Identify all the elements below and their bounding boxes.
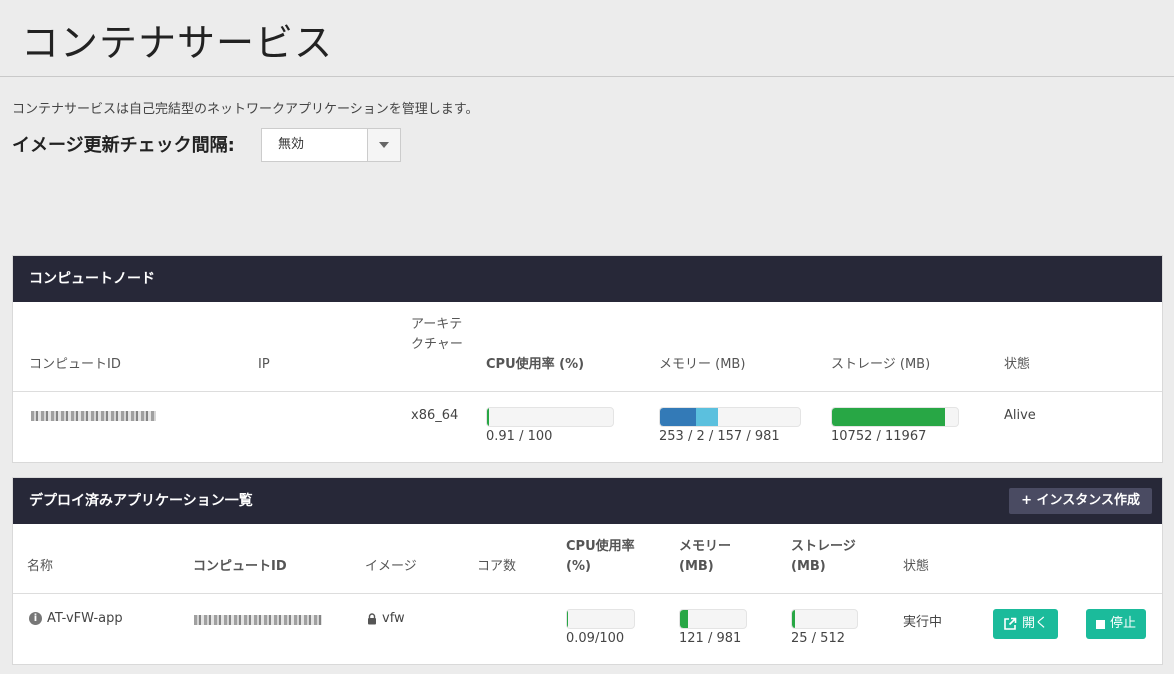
lock-icon <box>368 612 376 624</box>
cpu-usage-text: 0.91 / 100 <box>486 429 553 444</box>
open-button[interactable]: 開く <box>993 609 1059 639</box>
col-header-image: イメージ <box>365 559 417 574</box>
external-link-icon <box>1004 617 1017 630</box>
app-storage-text: 25 / 512 <box>791 631 845 646</box>
app-compute-id-redacted <box>194 615 322 625</box>
stop-icon <box>1096 619 1105 629</box>
app-name-cell: i AT-vFW-app <box>29 611 123 626</box>
col-header-arch: アーキテクチャー <box>411 317 463 352</box>
title-divider <box>0 76 1174 77</box>
app-memory-bar <box>679 609 747 629</box>
app-cpu-text: 0.09/100 <box>566 631 625 646</box>
col-header-memory: メモリー (MB) <box>659 357 746 372</box>
deployed-apps-title: デプロイ済みアプリケーション一覧 <box>29 493 253 509</box>
col-header-app-compute-id: コンピュートID <box>193 559 287 574</box>
memory-used-fill <box>660 408 697 426</box>
app-image-cell: vfw <box>367 611 405 626</box>
storage-usage-bar <box>831 407 959 427</box>
app-storage-fill <box>792 610 796 628</box>
open-button-label: 開く <box>1022 616 1049 631</box>
col-header-compute-id: コンピュートID <box>29 357 121 372</box>
memory-cache-fill <box>696 408 719 426</box>
compute-nodes-title: コンピュートノード <box>29 271 155 287</box>
app-cpu-bar <box>566 609 635 629</box>
memory-usage-bar <box>659 407 801 427</box>
node-status: Alive <box>1004 408 1036 423</box>
compute-id-redacted <box>31 411 156 421</box>
cpu-usage-fill <box>487 408 489 426</box>
app-cpu-fill <box>567 610 568 628</box>
app-name: AT-vFW-app <box>47 611 123 626</box>
update-interval-label: イメージ更新チェック間隔: <box>12 135 235 156</box>
page-description: コンテナサービスは自己完結型のネットワークアプリケーションを管理します。 <box>12 102 479 117</box>
update-interval-value: 無効 <box>278 137 305 152</box>
compute-nodes-panel: コンピュートノード コンピュートID IP アーキテクチャー CPU使用率 (%… <box>12 255 1163 463</box>
cpu-usage-bar <box>486 407 614 427</box>
header-divider <box>13 391 1162 392</box>
app-image-name: vfw <box>382 611 405 626</box>
arch-value: x86_64 <box>411 408 459 423</box>
page-title: コンテナサービス <box>21 21 334 65</box>
info-icon[interactable]: i <box>29 612 42 625</box>
app-memory-text: 121 / 981 <box>679 631 742 646</box>
col-header-ip: IP <box>258 357 270 372</box>
col-header-cpu: CPU使用率 (%) <box>486 357 585 372</box>
col-header-cores: コア数 <box>477 559 517 574</box>
col-header-name: 名称 <box>27 559 54 574</box>
header-divider <box>13 593 1162 594</box>
caret-down-icon <box>379 142 389 148</box>
memory-usage-text: 253 / 2 / 157 / 981 <box>659 429 780 444</box>
col-header-storage: ストレージ (MB) <box>831 357 931 372</box>
stop-button-label: 停止 <box>1110 616 1137 631</box>
dropdown-toggle[interactable] <box>367 129 400 161</box>
app-memory-fill <box>680 610 689 628</box>
col-header-status: 状態 <box>1004 357 1031 372</box>
app-status: 実行中 <box>903 615 943 630</box>
deployed-apps-panel: デプロイ済みアプリケーション一覧 + インスタンス作成 名称 コンピュートID … <box>12 477 1163 665</box>
create-instance-button[interactable]: + インスタンス作成 <box>1009 488 1152 514</box>
update-interval-select[interactable]: 無効 <box>261 128 401 162</box>
col-header-app-cpu: CPU使用率 (%) <box>566 539 635 574</box>
col-header-app-memory: メモリー (MB) <box>679 539 732 574</box>
storage-usage-fill <box>832 408 946 426</box>
compute-nodes-header: コンピュートノード <box>13 256 1162 302</box>
deployed-apps-header: デプロイ済みアプリケーション一覧 + インスタンス作成 <box>13 478 1162 524</box>
storage-usage-text: 10752 / 11967 <box>831 429 927 444</box>
app-storage-bar <box>791 609 858 629</box>
col-header-app-status: 状態 <box>903 559 930 574</box>
col-header-app-storage: ストレージ (MB) <box>791 539 856 574</box>
stop-button[interactable]: 停止 <box>1086 609 1147 639</box>
